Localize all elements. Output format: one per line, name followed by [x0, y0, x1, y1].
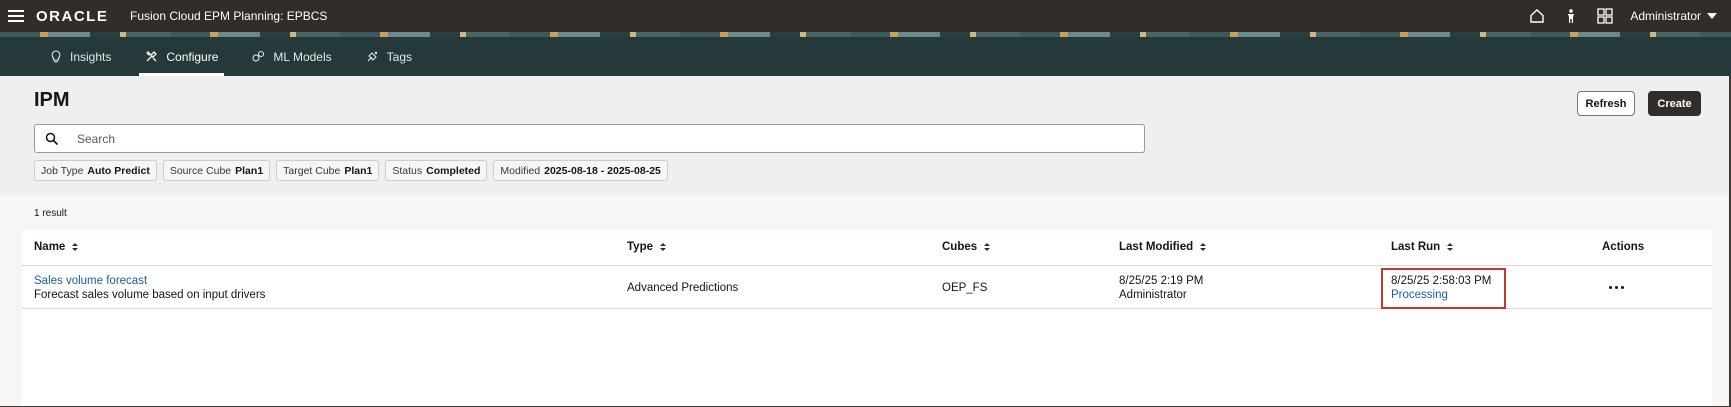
table-header: Name Type Cubes Last Modified Last Run A…	[22, 230, 1712, 266]
filter-chip-source-cube[interactable]: Source Cube Plan1	[162, 160, 271, 181]
type-cell: Advanced Predictions	[627, 282, 739, 294]
last-run-highlight-box	[1381, 268, 1506, 309]
more-actions-icon[interactable]	[1605, 279, 1627, 295]
sort-icon	[72, 243, 79, 251]
chip-key: Modified	[500, 164, 541, 177]
column-header-last-run[interactable]: Last Run	[1391, 241, 1454, 253]
cubes-cell: OEP_FS	[942, 282, 988, 294]
column-header-cubes[interactable]: Cubes	[942, 241, 991, 253]
tools-icon	[146, 51, 158, 62]
create-button[interactable]: Create	[1648, 91, 1701, 116]
top-header: ORACLE Fusion Cloud EPM Planning: EPBCS …	[0, 0, 1731, 32]
chip-key: Job Type	[41, 164, 84, 177]
chip-value: 2025-08-18 - 2025-08-25	[544, 164, 661, 177]
filter-chips: Job Type Auto Predict Source Cube Plan1 Ta…	[34, 160, 668, 181]
results-count: 1 result	[34, 208, 67, 219]
filter-chip-job-type[interactable]: Job Type Auto Predict	[34, 160, 157, 181]
search-icon	[45, 132, 59, 145]
chip-key: Status	[392, 164, 423, 177]
main-content: IPM Refresh Create Job TypeAuto Predict …	[0, 76, 1729, 406]
sort-icon	[984, 243, 991, 251]
column-header-actions: Actions	[1602, 241, 1644, 253]
filter-chip-modified[interactable]: Modified 2025-08-18 - 2025-08-25	[493, 160, 668, 181]
search-input[interactable]	[77, 131, 1077, 146]
column-header-last-modified[interactable]: Last Modified	[1119, 241, 1207, 253]
job-description: Forecast sales volume based on input dri…	[34, 289, 266, 301]
chip-key: Source Cube	[169, 164, 232, 177]
column-label: Name	[34, 241, 66, 253]
column-header-name[interactable]: Name	[34, 241, 79, 253]
tab-label: Tags	[386, 49, 412, 64]
job-name-link[interactable]: Sales volume forecast	[34, 274, 265, 288]
tab-insights[interactable]: Insights	[38, 37, 123, 76]
column-label: Actions	[1602, 241, 1645, 253]
last-modified-cell: 8/25/25 2:19 PM Administrator	[1119, 274, 1203, 302]
grid-icon[interactable]	[1596, 7, 1614, 25]
header-toolbar: Administrator	[1528, 5, 1717, 27]
tab-label: Configure	[166, 49, 219, 64]
chip-value: Completed	[426, 164, 481, 177]
tab-label: Insights	[70, 49, 112, 64]
modified-by: Administrator	[1119, 289, 1187, 301]
table-row: Sales volume forecast Forecast sales vol…	[22, 267, 1712, 309]
caret-down-icon	[1707, 13, 1717, 19]
tags-icon	[367, 51, 377, 62]
ml-models-icon	[252, 50, 265, 62]
lightbulb-icon	[51, 50, 61, 63]
column-header-type[interactable]: Type	[627, 241, 666, 253]
app-title: Fusion Cloud EPM Planning: EPBCS	[130, 9, 328, 23]
filter-chip-status[interactable]: Status Completed	[385, 160, 488, 181]
results-table: Name Type Cubes Last Modified Last Run A…	[22, 230, 1712, 406]
chip-value: Plan1	[235, 164, 264, 177]
sort-icon	[1200, 243, 1207, 251]
tab-tags[interactable]: Tags	[354, 37, 424, 76]
user-name: Administrator	[1630, 9, 1701, 23]
column-label: Cubes	[942, 241, 978, 253]
chip-value: Plan1	[344, 164, 373, 177]
tab-label: ML Models	[273, 49, 332, 64]
column-label: Last Run	[1391, 241, 1441, 253]
sort-icon	[660, 243, 666, 251]
last-modified-date: 8/25/25 2:19 PM	[1119, 275, 1204, 287]
nav-tabs: Insights Configure ML Models Tags	[0, 37, 1731, 76]
page-title: IPM	[34, 89, 70, 111]
name-cell: Sales volume forecast Forecast sales vol…	[34, 274, 265, 302]
refresh-button[interactable]: Refresh	[1577, 91, 1635, 116]
oracle-logo: ORACLE	[36, 8, 109, 25]
column-label: Type	[627, 241, 653, 253]
sort-icon	[1447, 243, 1454, 251]
search-box[interactable]	[34, 124, 1145, 153]
user-menu[interactable]: Administrator	[1630, 9, 1717, 23]
home-icon[interactable]	[1528, 7, 1546, 25]
column-label: Last Modified	[1119, 241, 1194, 253]
tab-configure[interactable]: Configure	[133, 37, 230, 76]
hamburger-menu-icon[interactable]	[8, 7, 24, 23]
chip-value: Auto Predict	[87, 164, 150, 177]
chip-key: Target Cube	[283, 164, 341, 177]
filter-chip-target-cube[interactable]: Target Cube Plan1	[276, 160, 380, 181]
tab-ml-models[interactable]: ML Models	[240, 37, 343, 76]
accessibility-icon[interactable]	[1562, 7, 1580, 25]
